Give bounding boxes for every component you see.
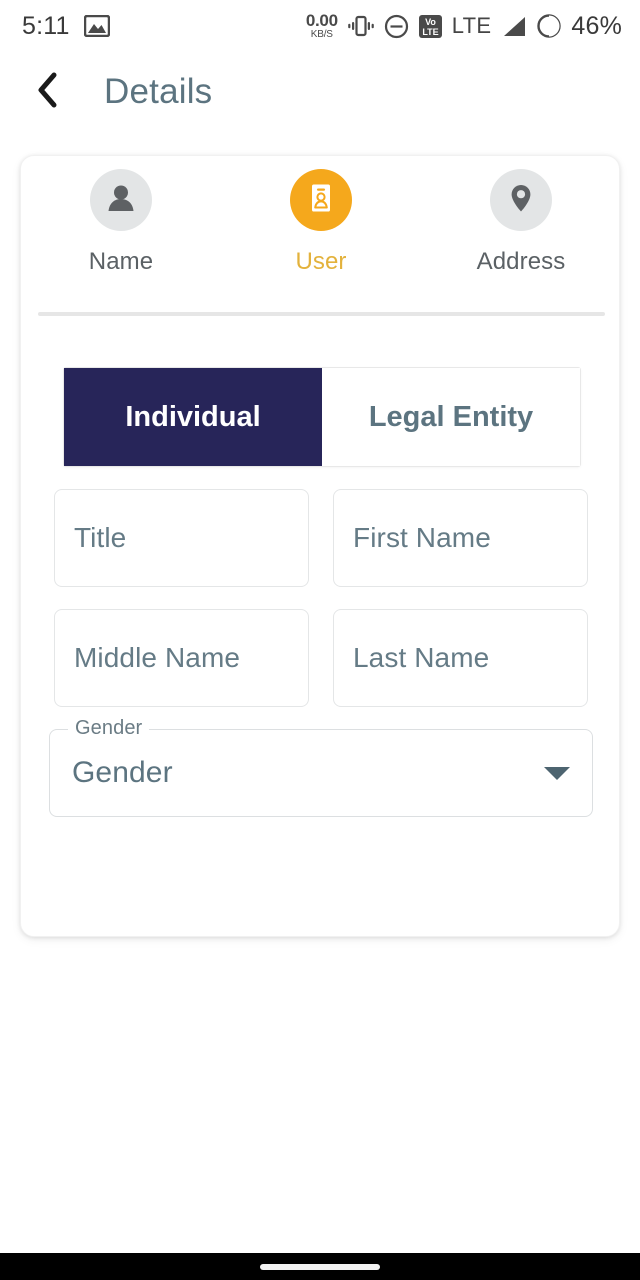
stepper-step-address[interactable]: Address	[421, 169, 619, 276]
first-name-input-placeholder: First Name	[353, 522, 491, 553]
middle-name-input[interactable]: Middle Name	[54, 609, 309, 707]
status-time: 5:11	[22, 11, 70, 40]
progress-stepper: Name User Address	[21, 169, 619, 276]
status-bar: 5:11 0.00 KB/S Vo LTE LTE 46%	[0, 0, 640, 52]
step-name-label: Name	[88, 248, 154, 275]
step-user-label: User	[295, 248, 347, 275]
step-user-circle	[290, 169, 352, 231]
segment-individual[interactable]: Individual	[64, 368, 322, 466]
gender-dropdown-wrapper: Gender Gender	[49, 717, 593, 817]
id-card-icon	[304, 181, 338, 220]
entity-type-segmented-control: Individual Legal Entity	[64, 368, 580, 466]
person-icon	[104, 181, 138, 220]
details-card: Name User Address Individual Legal Entit…	[20, 155, 620, 937]
network-type-label: LTE	[451, 13, 492, 38]
title-input[interactable]: Title	[54, 489, 309, 587]
status-right-icons: 0.00 KB/S Vo LTE LTE 46%	[306, 12, 622, 41]
name-field-row-2: Middle Name Last Name	[54, 609, 588, 707]
volte-icon: Vo LTE	[418, 14, 443, 39]
battery-percentage: 46%	[571, 11, 622, 40]
name-field-row-1: Title First Name	[54, 489, 588, 587]
step-name-circle	[90, 169, 152, 231]
title-input-placeholder: Title	[74, 522, 127, 553]
segment-legal-entity[interactable]: Legal Entity	[322, 368, 580, 466]
last-name-input-placeholder: Last Name	[353, 642, 490, 673]
stepper-step-user[interactable]: User	[221, 169, 421, 276]
chevron-left-icon	[35, 70, 61, 115]
chevron-down-icon	[544, 766, 570, 780]
network-speed-value: 0.00	[305, 11, 338, 30]
app-bar: Details	[0, 56, 640, 128]
gender-dropdown[interactable]: Gender	[49, 729, 593, 817]
step-address-label: Address	[476, 248, 566, 275]
network-speed-unit: KB/S	[310, 29, 333, 40]
do-not-disturb-icon	[384, 14, 409, 39]
svg-text:Vo: Vo	[425, 17, 436, 27]
signal-bars-icon	[500, 15, 527, 38]
page-title: Details	[104, 72, 213, 111]
stepper-step-name[interactable]: Name	[21, 169, 221, 276]
back-button[interactable]	[20, 64, 76, 120]
middle-name-input-placeholder: Middle Name	[74, 642, 241, 673]
last-name-input[interactable]: Last Name	[333, 609, 588, 707]
gender-dropdown-value: Gender	[72, 756, 173, 789]
gender-floating-label: Gender	[68, 717, 150, 740]
system-navigation-bar	[0, 1253, 640, 1280]
vibrate-icon	[347, 14, 375, 38]
network-speed-indicator: 0.00 KB/S	[306, 12, 338, 40]
first-name-input[interactable]: First Name	[333, 489, 588, 587]
gesture-home-pill[interactable]	[260, 1263, 380, 1270]
step-address-circle	[490, 169, 552, 231]
status-left-icons	[83, 15, 110, 37]
battery-saver-icon	[536, 13, 562, 39]
phone-screen: 5:11 0.00 KB/S Vo LTE LTE 46% Details Na…	[0, 0, 640, 1280]
image-icon	[83, 15, 110, 37]
location-pin-icon	[504, 181, 538, 220]
svg-text:LTE: LTE	[422, 27, 438, 37]
section-divider	[38, 312, 605, 316]
